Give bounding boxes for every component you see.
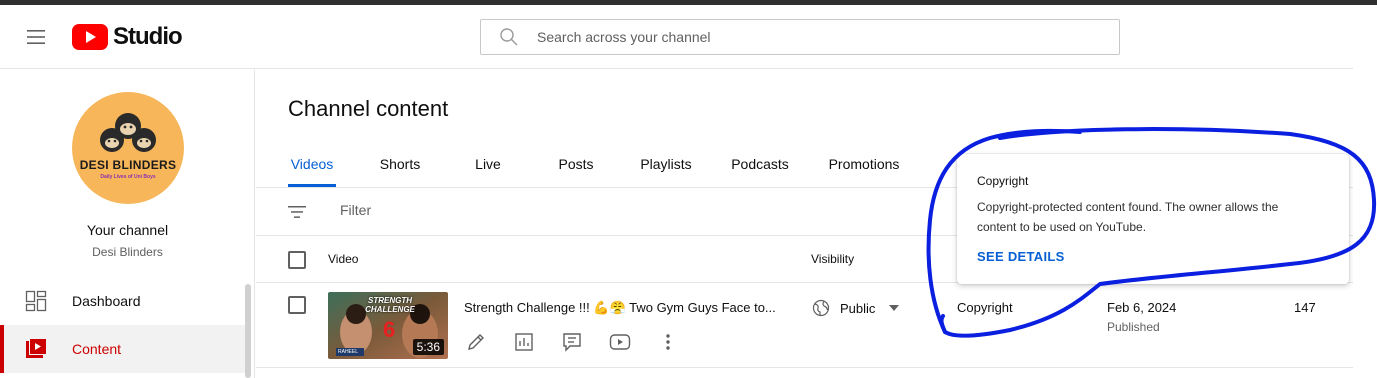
copyright-tooltip: Copyright Copyright-protected content fo… [957,154,1349,284]
sidebar-item-label: Content [72,341,122,357]
see-details-link[interactable]: SEE DETAILS [977,249,1065,264]
filter-input[interactable] [340,202,640,218]
comment-icon [563,333,581,352]
search-input[interactable] [537,29,1097,45]
menu-icon [27,30,45,44]
page-right-margin [1353,5,1377,378]
channel-name: Desi Blinders [92,245,163,259]
tab-promotions[interactable]: Promotions [826,140,902,187]
sidebar-item-content[interactable]: Content [0,325,245,373]
video-duration: 5:36 [412,339,444,355]
select-all-checkbox[interactable] [288,251,306,269]
tab-podcasts[interactable]: Podcasts [730,140,790,187]
youtube-logo-icon [72,24,108,50]
more-options-button[interactable] [656,330,680,354]
analytics-button[interactable] [512,330,536,354]
tooltip-title: Copyright [977,174,1029,188]
restrictions-value[interactable]: Copyright [957,300,1013,315]
tooltip-body: Copyright-protected content found. The o… [977,200,1279,234]
content-icon [24,337,48,361]
play-icon [609,334,631,350]
visibility-value: Public [840,300,876,316]
video-thumbnail[interactable]: 6 STRENGTH CHALLENGE RAHEEL 5:36 [328,292,448,359]
sidebar-item-label: Dashboard [72,293,141,309]
date-status: Published [1107,320,1160,334]
more-vert-icon [666,334,670,350]
date-value: Feb 6, 2024 [1107,300,1177,315]
tab-shorts[interactable]: Shorts [376,140,424,187]
youtube-view-button[interactable] [608,330,632,354]
search-icon [481,19,537,55]
svg-text:6: 6 [383,317,395,342]
studio-wordmark: Studio [113,23,183,50]
avatar-title: DESI BLINDERS [79,158,177,172]
tab-live[interactable]: Live [466,140,510,187]
avatar-subtitle: Daily Lives of Uni Boys [100,174,156,180]
page-title: Channel content [288,96,449,121]
hamburger-menu-button[interactable] [20,21,52,53]
thumbnail-headline: STRENGTH CHALLENGE [365,296,415,314]
pencil-icon [468,334,484,350]
visibility-dropdown[interactable]: Public [812,298,900,318]
content-tabs: Videos Shorts Live Posts Playlists Podca… [256,140,936,187]
dropdown-arrow-icon [889,305,900,311]
your-channel-label: Your channel [86,222,169,238]
studio-logo[interactable]: Studio [72,23,183,51]
column-header-visibility[interactable]: Visibility [811,252,854,266]
top-bar: Studio [0,5,1353,69]
table-row[interactable]: 6 STRENGTH CHALLENGE RAHEEL 5:36 Strengt… [256,284,1353,368]
comments-button[interactable] [560,330,584,354]
views-count: 147 [1294,300,1316,315]
column-header-video[interactable]: Video [328,252,358,266]
globe-icon [812,299,830,317]
row-checkbox[interactable] [288,296,306,314]
analytics-icon [515,333,533,351]
sidebar-scrollbar[interactable] [245,284,251,378]
monkeys-logo-icon [100,113,156,152]
edit-button[interactable] [464,330,488,354]
filter-icon[interactable] [286,201,308,223]
tab-playlists[interactable]: Playlists [636,140,696,187]
video-title[interactable]: Strength Challenge !!! 💪😤 Two Gym Guys F… [464,300,784,316]
sidebar: DESI BLINDERS Daily Lives of Uni Boys Yo… [0,70,255,378]
tab-videos[interactable]: Videos [288,140,336,187]
thumbnail-caption: RAHEEL [338,349,359,355]
tab-posts[interactable]: Posts [552,140,600,187]
dashboard-icon [24,289,48,313]
sidebar-item-dashboard[interactable]: Dashboard [0,277,245,325]
search-box[interactable] [480,19,1120,55]
channel-avatar[interactable]: DESI BLINDERS Daily Lives of Uni Boys [72,92,184,204]
